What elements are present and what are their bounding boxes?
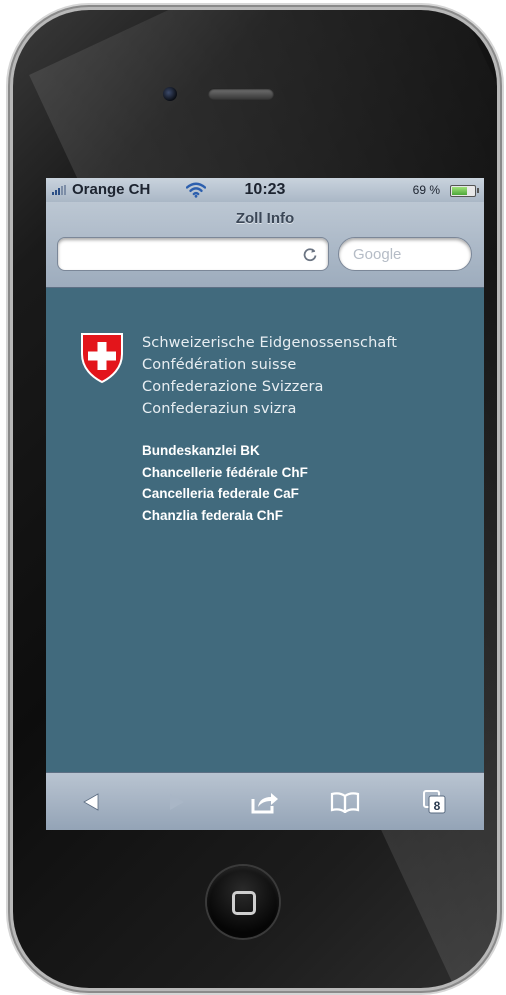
confederation-name-de: Schweizerische Eidgenossenschaft bbox=[142, 335, 398, 351]
search-input[interactable] bbox=[338, 237, 472, 271]
battery-icon bbox=[450, 185, 479, 197]
chancellery-name-de: Bundeskanzlei BK bbox=[142, 443, 260, 458]
confederation-name-rm: Confederaziun svizra bbox=[142, 401, 297, 417]
battery-percent: 69 % bbox=[412, 183, 440, 197]
url-input[interactable] bbox=[57, 237, 329, 271]
status-bar: Orange CH 10:23 69 % bbox=[46, 178, 484, 202]
tabs-button[interactable]: 8 bbox=[418, 786, 452, 818]
confederation-name-it: Confederazione Svizzera bbox=[142, 379, 324, 395]
chancellery-name-it: Cancelleria federale CaF bbox=[142, 486, 299, 501]
share-button[interactable] bbox=[248, 786, 282, 818]
front-camera bbox=[163, 87, 177, 101]
reload-icon[interactable] bbox=[302, 246, 318, 262]
home-button[interactable] bbox=[207, 866, 279, 938]
tabs-count: 8 bbox=[434, 799, 441, 813]
back-button[interactable] bbox=[74, 786, 108, 818]
confederation-names: Schweizerische Eidgenossenschaft Confédé… bbox=[142, 332, 397, 420]
forward-button[interactable] bbox=[160, 786, 194, 818]
bookmarks-icon bbox=[330, 792, 360, 813]
bookmarks-button[interactable] bbox=[328, 786, 362, 818]
forward-icon bbox=[170, 794, 184, 810]
home-square-icon bbox=[232, 891, 256, 915]
chancellery-name-fr: Chancellerie fédérale ChF bbox=[142, 464, 308, 480]
back-icon bbox=[83, 793, 99, 811]
phone-screen: Orange CH 10:23 69 % Zoll Info Schw bbox=[46, 178, 484, 830]
swiss-cross-shield-icon bbox=[81, 333, 123, 384]
chancellery-names: Bundeskanzlei BK Chancellerie fédérale C… bbox=[142, 440, 308, 526]
browser-header: Zoll Info bbox=[46, 202, 484, 288]
share-icon bbox=[251, 793, 278, 814]
browser-toolbar: 8 bbox=[46, 772, 484, 830]
tabs-icon: 8 bbox=[423, 790, 446, 814]
earpiece-speaker bbox=[208, 88, 274, 100]
chancellery-name-rm: Chanzlia federala ChF bbox=[142, 507, 284, 523]
page-title: Zoll Info bbox=[235, 210, 295, 227]
confederation-name-fr: Confédération suisse bbox=[142, 357, 297, 373]
web-page-content: Schweizerische Eidgenossenschaft Confédé… bbox=[46, 288, 484, 770]
